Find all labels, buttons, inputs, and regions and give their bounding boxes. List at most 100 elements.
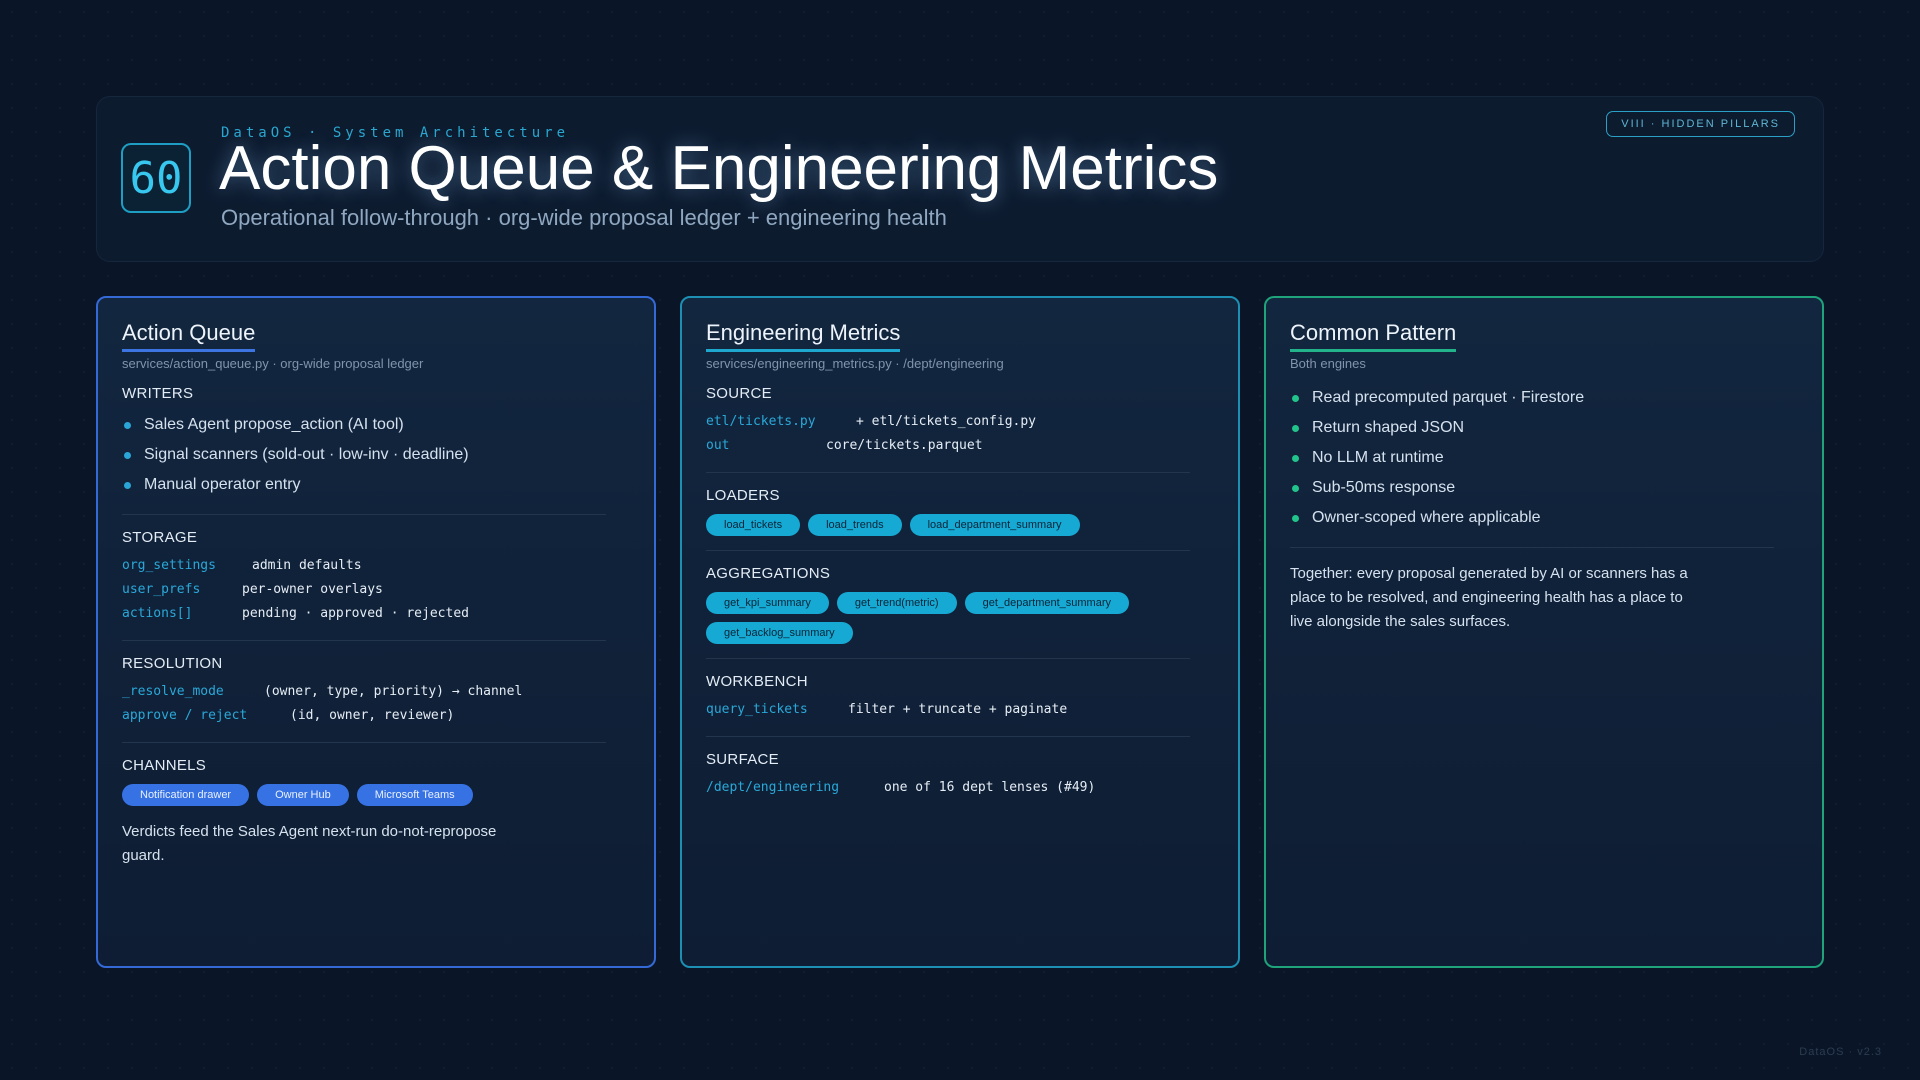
aggregations-chips: get_kpi_summary get_trend(metric) get_de… xyxy=(706,592,1176,644)
action-queue-card: Action Queue services/action_queue.py · … xyxy=(96,296,656,968)
source-list: etl/tickets.py + etl/tickets_config.py ou… xyxy=(706,410,1214,458)
kv-value: (owner, type, priority) → channel xyxy=(264,684,523,699)
footer-version: DataOS · v2.3 xyxy=(1799,1046,1882,1058)
kv-key: etl/tickets.py xyxy=(706,414,816,429)
list-item: Read precomputed parquet · Firestore xyxy=(1290,383,1798,413)
bullet-dot-icon xyxy=(1292,425,1299,432)
writers-list: Sales Agent propose_action (AI tool) Sig… xyxy=(122,410,630,500)
aggregation-chip: get_backlog_summary xyxy=(706,622,853,644)
storage-list: org_settings admin defaults user_prefs per… xyxy=(122,554,630,626)
divider xyxy=(706,736,1190,737)
kv-value: core/tickets.parquet xyxy=(826,438,983,453)
card-path: services/action_queue.py · org-wide prop… xyxy=(122,356,424,371)
section-label-aggregations: AGGREGATIONS xyxy=(706,565,831,582)
bullet-dot-icon xyxy=(124,452,131,459)
kv-key: _resolve_mode xyxy=(122,684,224,699)
loader-chip: load_trends xyxy=(808,514,902,536)
list-item-text: Signal scanners (sold-out · low-inv · de… xyxy=(144,446,469,463)
section-label-channels: CHANNELS xyxy=(122,757,207,774)
kv-value: admin defaults xyxy=(252,558,362,573)
divider xyxy=(122,742,606,743)
section-label-resolution: RESOLUTION xyxy=(122,655,223,672)
kv-value: one of 16 dept lenses (#49) xyxy=(884,780,1096,795)
kv-row: /dept/engineering one of 16 dept lenses (… xyxy=(706,776,1214,800)
aggregation-chip: get_kpi_summary xyxy=(706,592,829,614)
kv-key: user_prefs xyxy=(122,582,201,597)
list-item-text: Sub-50ms response xyxy=(1312,479,1456,496)
kv-row: _resolve_mode (owner, type, priority) → c… xyxy=(122,680,630,704)
common-pattern-card: Common Pattern Both engines Read precomp… xyxy=(1264,296,1824,968)
loader-chip: load_tickets xyxy=(706,514,801,536)
header-panel: 60 DataOS · System Architecture Action Q… xyxy=(96,96,1824,262)
card-title: Common Pattern xyxy=(1290,320,1457,352)
kv-key: /dept/engineering xyxy=(706,780,840,795)
resolution-list: _resolve_mode (owner, type, priority) → c… xyxy=(122,680,630,728)
kv-value: (id, owner, reviewer) xyxy=(290,708,455,723)
bullet-dot-icon xyxy=(1292,455,1299,462)
section-label-storage: STORAGE xyxy=(122,529,198,546)
list-item-text: Return shaped JSON xyxy=(1312,419,1465,436)
kv-row: approve / reject (id, owner, reviewer) xyxy=(122,704,630,728)
card-path: Both engines xyxy=(1290,356,1366,371)
section-tag: VIII · HIDDEN PILLARS xyxy=(1606,111,1795,137)
kv-value: + etl/tickets_config.py xyxy=(856,414,1037,429)
kv-key: query_tickets xyxy=(706,702,808,717)
divider xyxy=(122,640,606,641)
kv-value: per-owner overlays xyxy=(242,582,383,597)
surface-list: /dept/engineering one of 16 dept lenses (… xyxy=(706,776,1214,800)
list-item: Return shaped JSON xyxy=(1290,413,1798,443)
list-item: Manual operator entry xyxy=(122,470,630,500)
section-label-source: SOURCE xyxy=(706,385,772,402)
kv-key: actions[] xyxy=(122,606,193,621)
bullet-dot-icon xyxy=(124,422,131,429)
page-title: Action Queue & Engineering Metrics xyxy=(219,134,1219,203)
kv-row: org_settings admin defaults xyxy=(122,554,630,578)
aggregation-chip: get_department_summary xyxy=(964,592,1129,614)
divider xyxy=(122,514,606,515)
list-item: Sales Agent propose_action (AI tool) xyxy=(122,410,630,440)
aggregation-chip: get_trend(metric) xyxy=(836,592,957,614)
section-label-surface: SURFACE xyxy=(706,751,779,768)
list-item-text: Manual operator entry xyxy=(144,476,301,493)
channels-chips: Notification drawer Owner Hub Microsoft … xyxy=(122,784,630,806)
divider xyxy=(1290,547,1774,548)
card-title: Engineering Metrics xyxy=(706,320,901,352)
channel-chip: Microsoft Teams xyxy=(356,784,473,806)
loader-chip: load_department_summary xyxy=(909,514,1080,536)
divider xyxy=(706,658,1190,659)
divider xyxy=(706,550,1190,551)
bullet-dot-icon xyxy=(1292,395,1299,402)
kv-key: approve / reject xyxy=(122,708,248,723)
list-item: Signal scanners (sold-out · low-inv · de… xyxy=(122,440,630,470)
bullet-dot-icon xyxy=(1292,515,1299,522)
card-note: Verdicts feed the Sales Agent next-run d… xyxy=(122,823,497,864)
section-label-writers: WRITERS xyxy=(122,385,194,402)
kv-row: user_prefs per-owner overlays xyxy=(122,578,630,602)
loaders-chips: load_tickets load_trends load_department… xyxy=(706,514,1214,536)
pattern-list: Read precomputed parquet · Firestore Ret… xyxy=(1290,383,1798,533)
list-item-text: Owner-scoped where applicable xyxy=(1312,509,1541,526)
kv-row: out core/tickets.parquet xyxy=(706,434,1214,458)
bullet-dot-icon xyxy=(124,482,131,489)
bullet-dot-icon xyxy=(1292,485,1299,492)
engineering-metrics-card: Engineering Metrics services/engineering… xyxy=(680,296,1240,968)
kv-row: query_tickets filter + truncate + paginat… xyxy=(706,698,1214,722)
list-item: Owner-scoped where applicable xyxy=(1290,503,1798,533)
card-title: Action Queue xyxy=(122,320,256,352)
workbench-list: query_tickets filter + truncate + paginat… xyxy=(706,698,1214,722)
list-item: Sub-50ms response xyxy=(1290,473,1798,503)
card-path: services/engineering_metrics.py · /dept/… xyxy=(706,356,1004,371)
page-subtitle: Operational follow-through · org-wide pr… xyxy=(221,205,947,230)
divider xyxy=(706,472,1190,473)
kv-key: org_settings xyxy=(122,558,216,573)
list-item-text: Read precomputed parquet · Firestore xyxy=(1312,389,1585,406)
kv-key: out xyxy=(706,438,730,453)
channel-chip: Notification drawer xyxy=(122,784,250,806)
section-label-loaders: LOADERS xyxy=(706,487,780,504)
card-note: Together: every proposal generated by AI… xyxy=(1290,565,1688,630)
kv-row: etl/tickets.py + etl/tickets_config.py xyxy=(706,410,1214,434)
list-item: No LLM at runtime xyxy=(1290,443,1798,473)
channel-chip: Owner Hub xyxy=(257,784,349,806)
list-item-text: Sales Agent propose_action (AI tool) xyxy=(144,416,404,433)
section-label-workbench: WORKBENCH xyxy=(706,673,808,690)
